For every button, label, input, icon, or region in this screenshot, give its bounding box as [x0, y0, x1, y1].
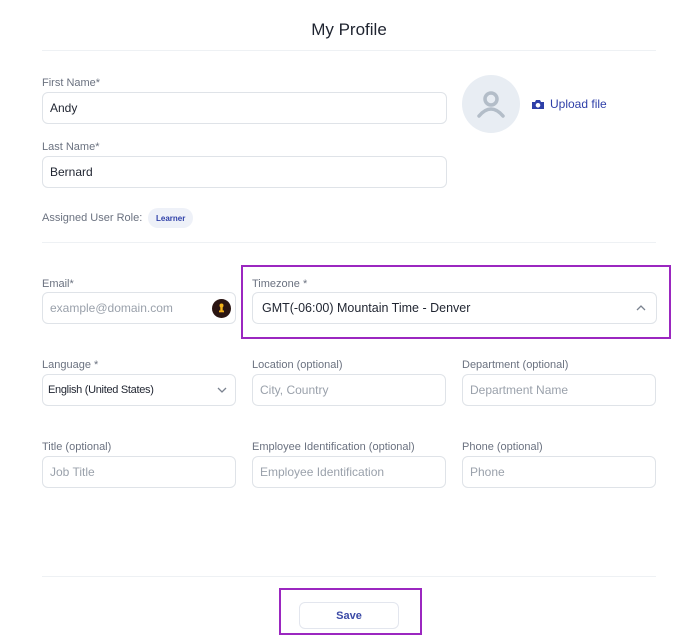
- location-placeholder: City, Country: [260, 383, 329, 397]
- title-label: Title (optional): [42, 441, 112, 453]
- timezone-select[interactable]: GMT(-06:00) Mountain Time - Denver: [252, 292, 657, 324]
- upload-file-label: Upload file: [550, 97, 607, 111]
- title-placeholder: Job Title: [50, 465, 95, 479]
- department-input[interactable]: Department Name: [462, 374, 656, 406]
- header-divider: [42, 50, 656, 51]
- user-icon: [477, 91, 505, 118]
- first-name-label: First Name*: [42, 77, 101, 89]
- language-value: English (United States): [48, 384, 154, 396]
- email-label: Email*: [42, 278, 74, 290]
- phone-placeholder: Phone: [470, 465, 505, 479]
- phone-label: Phone (optional): [462, 441, 543, 453]
- employee-id-label: Employee Identification (optional): [252, 441, 415, 453]
- department-label: Department (optional): [462, 359, 569, 371]
- upload-file-button[interactable]: Upload file: [531, 97, 607, 111]
- email-placeholder: example@domain.com: [50, 301, 173, 315]
- title-input[interactable]: Job Title: [42, 456, 236, 488]
- department-placeholder: Department Name: [470, 383, 569, 397]
- location-label: Location (optional): [252, 359, 343, 371]
- save-button[interactable]: Save: [299, 602, 399, 629]
- language-select[interactable]: English (United States): [42, 374, 236, 406]
- section-divider: [42, 242, 656, 243]
- camera-icon: [532, 99, 544, 109]
- footer-divider: [42, 576, 656, 577]
- language-label: Language *: [42, 359, 99, 371]
- password-manager-icon[interactable]: [212, 298, 231, 318]
- last-name-input[interactable]: Bernard: [42, 156, 447, 188]
- last-name-label: Last Name*: [42, 141, 100, 153]
- last-name-value: Bernard: [50, 165, 93, 179]
- timezone-value: GMT(-06:00) Mountain Time - Denver: [262, 301, 471, 315]
- chevron-up-icon: [636, 302, 646, 314]
- page-title: My Profile: [311, 20, 387, 39]
- employee-id-input[interactable]: Employee Identification: [252, 456, 446, 488]
- role-badge: Learner: [148, 208, 194, 228]
- assigned-role-label: Assigned User Role:: [42, 212, 143, 224]
- location-input[interactable]: City, Country: [252, 374, 446, 406]
- first-name-value: Andy: [50, 101, 78, 115]
- phone-input[interactable]: Phone: [462, 456, 656, 488]
- chevron-down-icon: [217, 384, 227, 396]
- email-input[interactable]: example@domain.com: [42, 292, 236, 324]
- employee-id-placeholder: Employee Identification: [260, 465, 385, 479]
- avatar: [462, 75, 520, 133]
- timezone-label: Timezone *: [252, 278, 308, 290]
- first-name-input[interactable]: Andy: [42, 92, 447, 124]
